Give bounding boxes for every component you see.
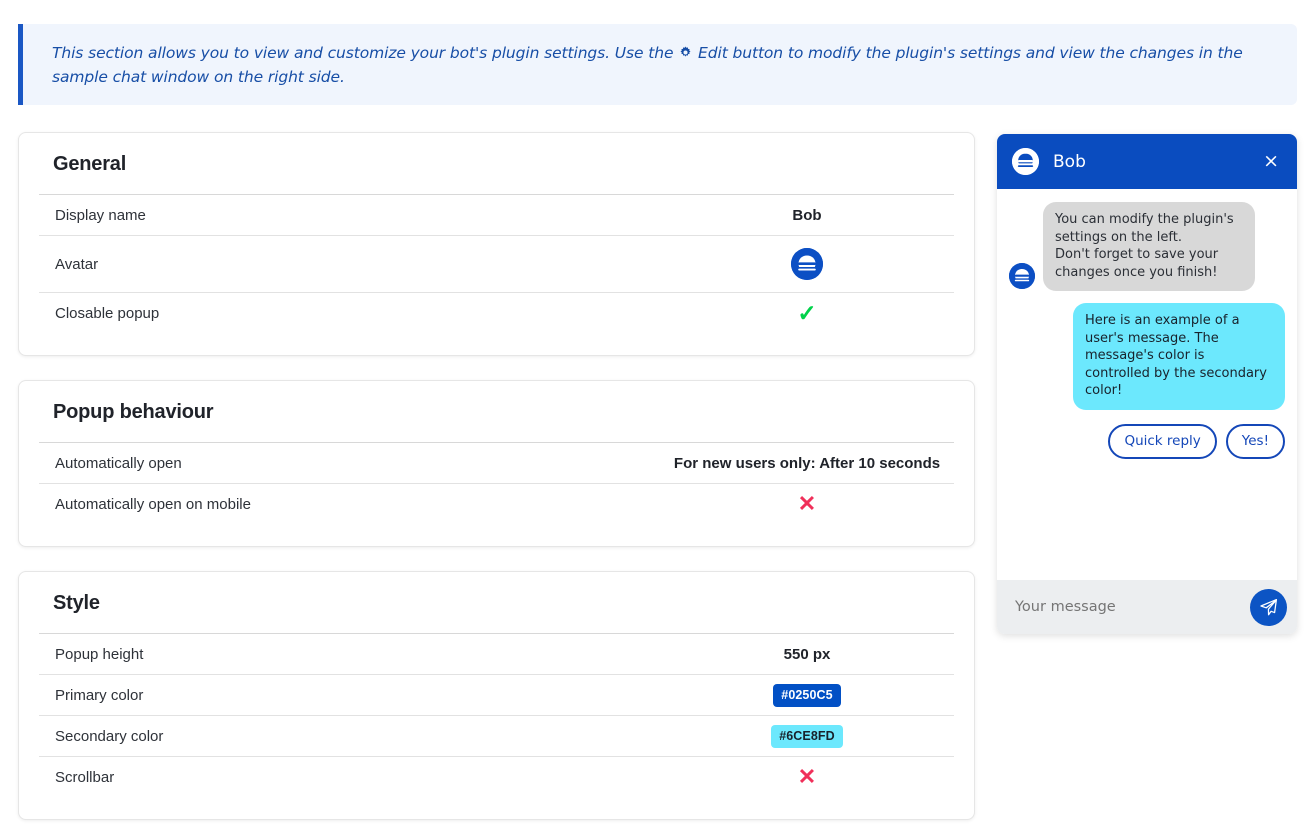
setting-label: Avatar: [41, 256, 98, 273]
setting-label: Closable popup: [41, 305, 159, 322]
setting-row-automatically-open-on-mobile[interactable]: Automatically open on mobile ✕: [39, 483, 954, 524]
setting-value: ✓: [662, 302, 952, 325]
chat-message-input[interactable]: [1015, 599, 1250, 615]
chat-title: Bob: [1053, 152, 1259, 172]
card-popup-behaviour: Popup behaviour Automatically open For n…: [18, 380, 975, 547]
cross-icon: ✕: [798, 766, 816, 788]
setting-value: ✕: [662, 493, 952, 515]
card-style: Style Popup height 550 px Primary color …: [18, 571, 975, 820]
chat-input-bar: [997, 580, 1297, 634]
secondary-color-chip: #6CE8FD: [771, 725, 843, 748]
plugin-settings-page: This section allows you to view and cust…: [0, 0, 1315, 839]
quick-reply-group: Quick reply Yes!: [1009, 424, 1285, 459]
setting-row-secondary-color[interactable]: Secondary color #6CE8FD: [39, 715, 954, 756]
setting-row-avatar[interactable]: Avatar: [39, 235, 954, 292]
settings-column: General Display name Bob Avatar: [18, 132, 975, 839]
setting-label: Display name: [41, 207, 146, 224]
chat-message-list: You can modify the plugin's settings on …: [997, 189, 1297, 580]
setting-row-scrollbar[interactable]: Scrollbar ✕: [39, 756, 954, 797]
setting-label: Primary color: [41, 687, 143, 704]
info-banner-text-before: This section allows you to view and cust…: [52, 44, 678, 62]
info-banner-text: This section allows you to view and cust…: [23, 41, 1297, 89]
chat-preview-widget: Bob × You can modify the plugin's settin…: [997, 134, 1297, 634]
setting-row-display-name[interactable]: Display name Bob: [39, 194, 954, 235]
card-general-title: General: [39, 133, 954, 194]
bot-avatar-icon: [1009, 263, 1035, 289]
info-banner: This section allows you to view and cust…: [18, 24, 1297, 105]
chat-bubble-bot: You can modify the plugin's settings on …: [1043, 202, 1255, 291]
bot-avatar-icon: [791, 248, 823, 280]
setting-value: Bob: [662, 207, 952, 224]
setting-label: Popup height: [41, 646, 143, 663]
chat-message-bot: You can modify the plugin's settings on …: [1009, 202, 1285, 291]
setting-value: For new users only: After 10 seconds: [662, 455, 952, 472]
card-style-rows: Popup height 550 px Primary color #0250C…: [39, 633, 954, 797]
setting-label: Automatically open: [41, 455, 182, 472]
send-paper-plane-icon: [1259, 598, 1278, 617]
setting-row-closable-popup[interactable]: Closable popup ✓: [39, 292, 954, 333]
card-general-rows: Display name Bob Avatar: [39, 194, 954, 333]
setting-row-automatically-open[interactable]: Automatically open For new users only: A…: [39, 442, 954, 483]
setting-value: ✕: [662, 766, 952, 788]
setting-value: #6CE8FD: [662, 725, 952, 748]
card-popup-behaviour-rows: Automatically open For new users only: A…: [39, 442, 954, 524]
quick-reply-button-1[interactable]: Quick reply: [1108, 424, 1216, 459]
cross-icon: ✕: [798, 493, 816, 515]
card-general: General Display name Bob Avatar: [18, 132, 975, 356]
setting-label: Secondary color: [41, 728, 163, 745]
chat-message-user: Here is an example of a user's message. …: [1009, 303, 1285, 410]
primary-color-chip: #0250C5: [773, 684, 840, 707]
check-icon: ✓: [797, 302, 816, 325]
setting-label: Automatically open on mobile: [41, 496, 251, 513]
setting-row-primary-color[interactable]: Primary color #0250C5: [39, 674, 954, 715]
setting-value: [662, 248, 952, 280]
chat-bubble-user: Here is an example of a user's message. …: [1073, 303, 1285, 410]
chat-header: Bob ×: [997, 134, 1297, 189]
setting-value: 550 px: [662, 646, 952, 663]
card-popup-behaviour-title: Popup behaviour: [39, 381, 954, 442]
setting-row-popup-height[interactable]: Popup height 550 px: [39, 633, 954, 674]
bot-avatar-icon: [1012, 148, 1039, 175]
send-button[interactable]: [1250, 589, 1287, 626]
gear-icon: [679, 46, 692, 59]
card-style-title: Style: [39, 572, 954, 633]
setting-label: Scrollbar: [41, 769, 114, 786]
setting-value: #0250C5: [662, 684, 952, 707]
quick-reply-button-2[interactable]: Yes!: [1226, 424, 1285, 459]
close-icon[interactable]: ×: [1259, 150, 1283, 173]
